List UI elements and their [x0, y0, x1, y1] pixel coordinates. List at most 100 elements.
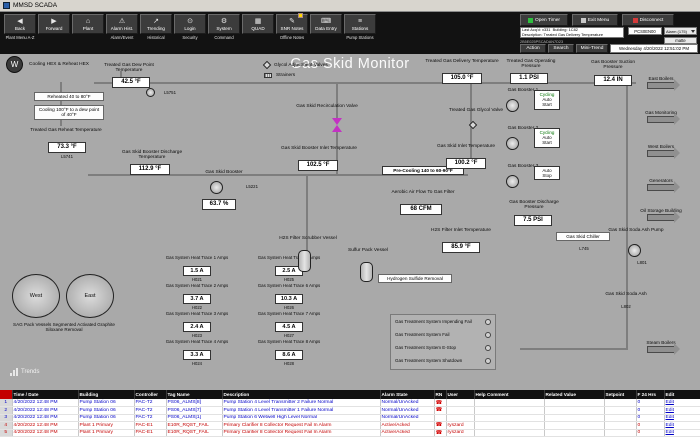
table-row[interactable]: 4 4/20/2022 12:48 PM Plant 1 Primary PAC… — [0, 421, 700, 430]
booster-discharge-temp-value[interactable]: 112.9 °F — [130, 164, 170, 175]
soda-ash-pump-icon[interactable] — [628, 244, 641, 257]
alarm-filter-dropdown[interactable]: Alarm (175) — [664, 27, 697, 35]
exit-menu-button[interactable]: Exit Menu — [572, 14, 618, 26]
sulfur-pack-vessel-icon[interactable] — [360, 262, 373, 282]
header-setpoint[interactable]: Setpoint — [604, 390, 637, 399]
cell-building: Plant 1 Primary — [78, 429, 135, 437]
trending-button[interactable]: ↗ Trending — [140, 14, 172, 34]
header-user[interactable]: User — [446, 390, 475, 399]
inlet-temp-value[interactable]: 100.2 °F — [446, 158, 486, 169]
recirc-valve-icon[interactable] — [332, 118, 342, 125]
chiller-label[interactable]: Gas Skid Chiller — [556, 232, 610, 242]
cell-edit: Edit — [664, 406, 700, 415]
skid-booster-speed-value[interactable]: 63.7 % — [202, 199, 236, 210]
group-label — [71, 36, 105, 48]
edit-link[interactable]: Edit — [666, 430, 674, 435]
snr-notes-button[interactable]: ✎ SNR Notes — [276, 14, 308, 34]
discharge-pressure-value[interactable]: 7.5 PSI — [514, 215, 552, 226]
h2s-scrubber-vessel-icon[interactable] — [298, 250, 311, 272]
sag-tank-east[interactable]: East — [66, 274, 114, 318]
header-description[interactable]: Description — [222, 390, 381, 399]
soda-ash-tag: L802 — [621, 304, 631, 309]
gas-booster-2-pump-icon[interactable] — [506, 137, 519, 150]
disconnect-button[interactable]: Disconnect — [622, 14, 674, 26]
edit-link[interactable]: Edit — [666, 415, 674, 420]
stations-button[interactable]: ≡ Stations — [344, 14, 376, 34]
forward-button[interactable]: ▶ Forward — [38, 14, 70, 34]
table-row[interactable]: 3 4/20/2022 12:48 PM Pump Station 06 PAC… — [0, 414, 700, 422]
heat-trace-tag: H025 — [283, 277, 294, 282]
heat-trace-value[interactable]: 3.3 A — [183, 350, 211, 360]
trends-button[interactable]: Trends — [10, 368, 39, 376]
sag-tank-west[interactable]: West — [12, 274, 60, 318]
heat-trace-value[interactable]: 8.6 A — [275, 350, 303, 360]
edit-link[interactable]: Edit — [666, 423, 674, 428]
arrow-right-icon — [647, 343, 680, 355]
table-row[interactable]: 5 4/20/2022 12:48 PM Plant 1 Primary PAC… — [0, 429, 700, 437]
reheat-temp-value[interactable]: 73.3 °F — [48, 142, 86, 153]
heat-trace-value[interactable]: 2.4 A — [183, 322, 211, 332]
recirc-valve-icon[interactable] — [332, 125, 342, 132]
h2s-inlet-temp-value[interactable]: 85.9 °F — [442, 242, 480, 253]
data-entry-button[interactable]: ⌨ Data Entry — [310, 14, 342, 34]
header-building[interactable]: Building — [78, 390, 135, 399]
dest-west-boilers[interactable]: West Boilers — [632, 144, 690, 159]
arrow-right-icon — [647, 181, 680, 193]
suction-pressure-value[interactable]: 12.4 IN — [594, 75, 632, 86]
cell-related — [544, 421, 605, 430]
header-controller[interactable]: Controller — [134, 390, 167, 399]
mini-trend-button[interactable]: Mini-Trend — [576, 44, 608, 53]
back-button[interactable]: ◀ Back — [4, 14, 36, 34]
header-rn[interactable]: RN — [434, 390, 447, 399]
dest-gas-monitoring[interactable]: Gas Monitoring — [632, 110, 690, 125]
dew-point-value[interactable]: 42.5 °F — [112, 77, 150, 88]
gas-booster-1-status[interactable]: Cycling Auto Start — [534, 90, 560, 110]
plant-button[interactable]: ⌂ Plant — [72, 14, 104, 34]
header-f24[interactable]: F 24 Hrs — [636, 390, 665, 399]
gas-booster-3-pump-icon[interactable] — [506, 175, 519, 188]
heat-trace-value[interactable]: 1.5 A — [183, 266, 211, 276]
header-time[interactable]: Time / Date — [12, 390, 79, 399]
hex-vessel-icon[interactable] — [146, 88, 155, 97]
dest-east-boilers[interactable]: East Boilers — [632, 76, 690, 91]
table-row[interactable]: 1 4/20/2022 12:48 PM Pump Station 06 PAC… — [0, 399, 700, 407]
system-button[interactable]: ⚙ System — [208, 14, 240, 34]
delivery-temp-value[interactable]: 105.0 °F — [442, 73, 482, 84]
dest-generators[interactable]: Generators — [632, 178, 690, 193]
table-row[interactable]: 2 4/20/2022 12:48 PM Pump Station 06 PAC… — [0, 406, 700, 415]
dest-oil-storage[interactable]: Oil Storage Building — [632, 208, 690, 223]
edit-link[interactable]: Edit — [666, 400, 674, 405]
search-button[interactable]: Search — [548, 44, 574, 53]
heat-trace-value[interactable]: 3.7 A — [183, 294, 211, 304]
gas-booster-1-pump-icon[interactable] — [506, 99, 519, 112]
alarm-hist-button[interactable]: ⚠ Alarm Hist. — [106, 14, 138, 34]
gas-booster-3-status[interactable]: Auto Stop — [534, 166, 560, 181]
action-button[interactable]: Action — [520, 44, 546, 53]
quad-button[interactable]: ▦ QUAD — [242, 14, 274, 34]
dest-steam-boilers[interactable]: Steam Boilers — [632, 340, 690, 355]
booster-inlet-temp-value[interactable]: 102.5 °F — [298, 160, 338, 171]
group-label-plant-menu: Plant Menu A-Z — [5, 35, 35, 40]
open-timer-button[interactable]: Open Timer — [520, 14, 568, 26]
treatment-status-panel: Gas Treatment System Impending Fail Gas … — [390, 314, 496, 370]
login-label: Login — [184, 25, 196, 31]
header-tag[interactable]: Tag Name — [166, 390, 223, 399]
login-button[interactable]: ⊙ Login — [174, 14, 206, 34]
skid-booster-pump-icon[interactable] — [210, 181, 223, 194]
operating-pressure-value[interactable]: 1.1 PSI — [510, 73, 548, 84]
header-related[interactable]: Related Value — [544, 390, 605, 399]
gas-booster-2-status[interactable]: Cycling Auto Start — [534, 128, 560, 148]
heat-trace-value[interactable]: 4.5 A — [275, 322, 303, 332]
cell-related — [544, 406, 605, 415]
treatment-row: Gas Treatment System Impending Fail — [391, 315, 495, 328]
dest-label: Gas Monitoring — [645, 110, 677, 115]
heat-trace-tag: H023 — [191, 333, 202, 338]
header-edit[interactable]: Edit — [664, 390, 700, 399]
aerobic-air-value[interactable]: 68 CFM — [400, 204, 442, 215]
session-id: 2B5E025PSCADAN7D23 — [520, 39, 564, 44]
header-help[interactable]: Help Comment — [474, 390, 545, 399]
header-alarm-state[interactable]: Alarm State — [380, 390, 435, 399]
heat-trace-value[interactable]: 10.3 A — [275, 294, 303, 304]
pipe — [336, 82, 338, 118]
edit-link[interactable]: Edit — [666, 408, 674, 413]
